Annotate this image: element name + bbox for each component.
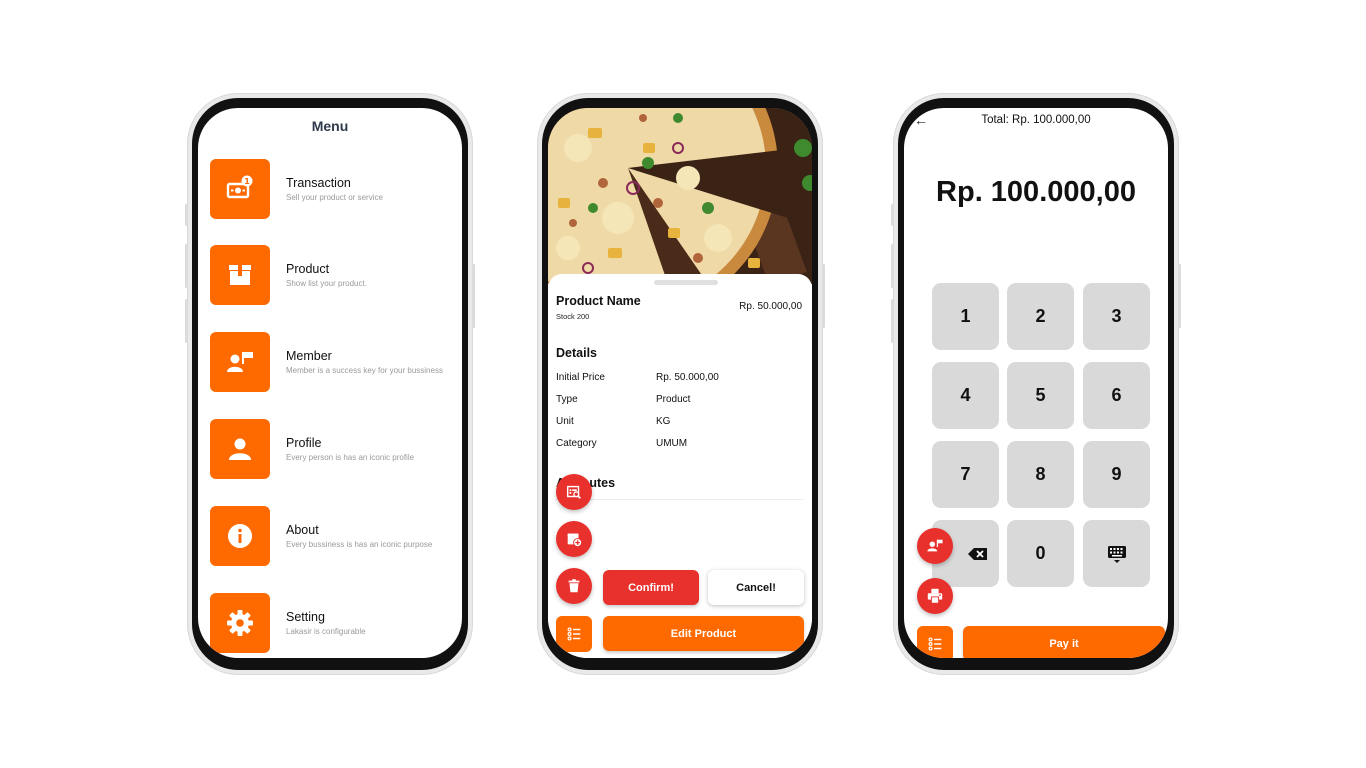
phone-side-button — [185, 244, 188, 288]
menu-item-setting[interactable]: Setting Lakasir is configurable — [210, 593, 460, 655]
menu-tile — [210, 245, 270, 305]
product-screen: Product Name Stock 200 Rp. 50.000,00 Det… — [548, 108, 812, 658]
key-9[interactable]: 9 — [1083, 441, 1150, 508]
member-button[interactable] — [917, 528, 953, 564]
member-icon — [927, 539, 943, 552]
details-heading: Details — [556, 346, 597, 360]
pizza-image — [548, 108, 812, 284]
menu-item-label: Profile — [286, 436, 322, 450]
backspace-icon — [967, 547, 987, 560]
detail-key: Type — [556, 394, 578, 405]
phone-menu: Menu 1 Transaction Sell your product or … — [185, 94, 475, 674]
detail-value: KG — [656, 416, 671, 427]
phone-side-button — [472, 264, 475, 328]
product-image — [548, 108, 812, 284]
product-price: Rp. 50.000,00 — [739, 301, 802, 312]
page-title: Menu — [311, 118, 349, 134]
key-5[interactable]: 5 — [1007, 362, 1074, 429]
menu-item-subtitle: Lakasir is configurable — [286, 627, 366, 636]
confirm-button[interactable]: Confirm! — [603, 570, 699, 605]
product-name: Product Name — [556, 294, 641, 308]
detail-key: Initial Price — [556, 372, 605, 383]
phone-bezel: ← Total: Rp. 100.000,00 Rp. 100.000,00 1… — [898, 98, 1174, 670]
menu-item-profile[interactable]: Profile Every person is has an iconic pr… — [210, 419, 460, 481]
key-6[interactable]: 6 — [1083, 362, 1150, 429]
amount-display: Rp. 100.000,00 — [936, 176, 1136, 208]
menu-item-subtitle: Sell your product or service — [286, 193, 383, 202]
phone-side-button — [891, 244, 894, 288]
menu-item-member[interactable]: Member Member is a success key for your … — [210, 332, 460, 394]
menu-item-label: Transaction — [286, 176, 351, 190]
menu-item-label: Member — [286, 349, 332, 363]
product-stock: Stock 200 — [556, 312, 590, 321]
menu-tile — [210, 332, 270, 392]
phone-side-button — [1178, 264, 1181, 328]
list-button[interactable] — [556, 616, 592, 652]
member-icon — [227, 352, 253, 372]
add-stock-button[interactable] — [556, 521, 592, 557]
person-icon — [229, 438, 251, 460]
menu-item-about[interactable]: About Every bussiness is has an iconic p… — [210, 506, 460, 568]
menu-item-label: About — [286, 523, 319, 537]
menu-tile — [210, 419, 270, 479]
menu-tile — [210, 593, 270, 653]
menu-item-subtitle: Member is a success key for your bussine… — [286, 366, 443, 375]
print-button[interactable] — [917, 578, 953, 614]
menu-screen: Menu 1 Transaction Sell your product or … — [198, 108, 462, 658]
menu-item-transaction[interactable]: 1 Transaction Sell your product or servi… — [210, 159, 460, 221]
phone-side-button — [891, 204, 894, 226]
menu-item-subtitle: Every person is has an iconic profile — [286, 453, 415, 462]
menu-item-label: Setting — [286, 610, 325, 624]
box-icon — [229, 265, 251, 285]
search-report-button[interactable] — [556, 474, 592, 510]
pay-button[interactable]: Pay it — [963, 626, 1165, 658]
key-1[interactable]: 1 — [932, 283, 999, 350]
key-8[interactable]: 8 — [1007, 441, 1074, 508]
gear-icon — [227, 610, 253, 636]
key-3[interactable]: 3 — [1083, 283, 1150, 350]
keyboard-icon — [1107, 545, 1126, 563]
menu-item-subtitle: Show list your product. — [286, 279, 367, 288]
detail-value: Rp. 50.000,00 — [656, 372, 719, 383]
cancel-button[interactable]: Cancel! — [708, 570, 804, 605]
add-stock-icon — [567, 533, 583, 548]
menu-item-label: Product — [286, 262, 330, 276]
edit-product-button[interactable]: Edit Product — [603, 616, 804, 651]
detail-key: Unit — [556, 416, 574, 427]
list-button[interactable] — [917, 626, 953, 658]
svg-text:1: 1 — [244, 177, 250, 186]
detail-value: UMUM — [656, 438, 688, 449]
payment-screen: ← Total: Rp. 100.000,00 Rp. 100.000,00 1… — [904, 108, 1168, 658]
money-icon: 1 — [226, 175, 253, 199]
drag-handle[interactable] — [654, 280, 718, 285]
detail-key: Category — [556, 438, 597, 449]
total-label: Total: Rp. 100.000,00 — [981, 114, 1091, 126]
key-0[interactable]: 0 — [1007, 520, 1074, 587]
list-icon — [928, 637, 942, 651]
phone-side-button — [185, 299, 188, 343]
phone-bezel: Product Name Stock 200 Rp. 50.000,00 Det… — [542, 98, 818, 670]
phone-side-button — [822, 264, 825, 328]
key-7[interactable]: 7 — [932, 441, 999, 508]
phone-bezel: Menu 1 Transaction Sell your product or … — [192, 98, 468, 670]
phone-side-button — [185, 204, 188, 226]
phone-payment: ← Total: Rp. 100.000,00 Rp. 100.000,00 1… — [891, 94, 1181, 674]
key-2[interactable]: 2 — [1007, 283, 1074, 350]
menu-item-subtitle: Every bussiness is has an iconic purpose — [286, 540, 433, 549]
delete-button[interactable] — [556, 568, 592, 604]
menu-tile: 1 — [210, 159, 270, 219]
info-icon — [228, 524, 252, 548]
keyboard-key[interactable] — [1083, 520, 1150, 587]
detail-value: Product — [656, 394, 691, 405]
menu-tile — [210, 506, 270, 566]
divider — [556, 499, 804, 500]
menu-item-product[interactable]: Product Show list your product. — [210, 245, 460, 307]
search-report-icon — [566, 485, 581, 499]
phone-side-button — [891, 299, 894, 343]
printer-icon — [927, 588, 943, 604]
trash-icon — [568, 579, 580, 593]
key-4[interactable]: 4 — [932, 362, 999, 429]
list-icon — [567, 627, 581, 641]
phone-product: Product Name Stock 200 Rp. 50.000,00 Det… — [538, 94, 825, 674]
